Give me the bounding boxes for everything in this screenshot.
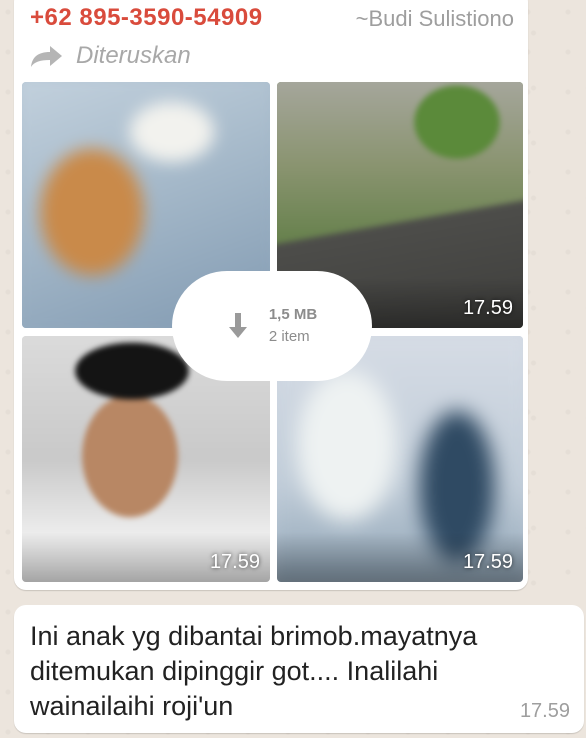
download-count: 2 item	[268, 328, 310, 345]
message-time: 17.59	[519, 700, 570, 722]
thumbnail-time: 17.59	[462, 297, 513, 319]
message-text: Ini anak yg dibantai brimob.mayatnya dit…	[30, 621, 478, 721]
media-message-bubble[interactable]: +62 895-3590-54909 ~Budi Sulistiono Dite…	[14, 0, 528, 590]
text-message-bubble[interactable]: Ini anak yg dibantai brimob.mayatnya dit…	[14, 605, 584, 733]
thumbnail-time: 17.59	[462, 551, 513, 573]
thumbnail-time: 17.59	[209, 551, 260, 573]
sender-phone[interactable]: +62 895-3590-54909	[30, 4, 263, 32]
download-arrow-icon	[228, 313, 247, 338]
sender-name: ~Budi Sulistiono	[355, 6, 514, 31]
download-size: 1,5 MB	[268, 306, 318, 323]
download-album-button[interactable]: 1,5 MB 2 item	[172, 271, 372, 381]
forwarded-indicator: Diteruskan	[30, 42, 191, 70]
forwarded-label: Diteruskan	[76, 42, 191, 69]
forward-arrow-icon	[31, 46, 62, 67]
